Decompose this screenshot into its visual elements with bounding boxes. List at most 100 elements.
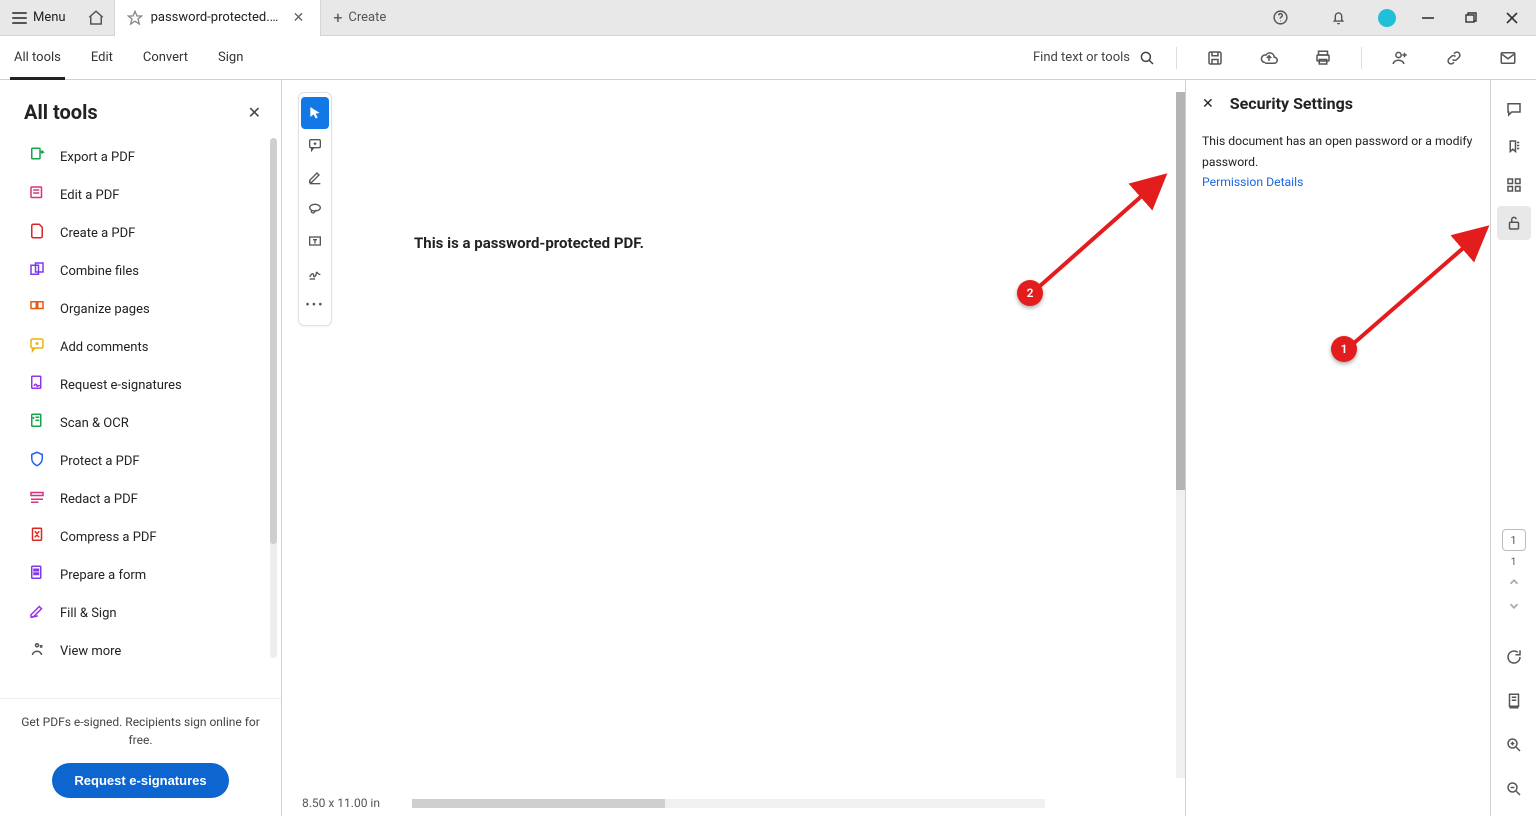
sidebar-item-form[interactable]: Prepare a form bbox=[10, 556, 281, 594]
tab-edit[interactable]: Edit bbox=[87, 36, 117, 79]
thumbnails-panel-button[interactable] bbox=[1497, 168, 1531, 202]
save-button[interactable] bbox=[1197, 40, 1233, 76]
add-person-icon bbox=[1391, 49, 1409, 67]
page-display-button[interactable] bbox=[1497, 684, 1531, 718]
create-icon bbox=[28, 222, 46, 244]
page-up-button[interactable] bbox=[1497, 572, 1531, 592]
find-tool[interactable]: Find text or tools bbox=[1033, 49, 1156, 67]
close-security-panel-button[interactable]: ✕ bbox=[1202, 96, 1214, 112]
sidebar-item-label: Request e-signatures bbox=[60, 378, 182, 393]
tab-convert[interactable]: Convert bbox=[139, 36, 192, 79]
scan-icon bbox=[28, 412, 46, 434]
profile-avatar[interactable] bbox=[1378, 9, 1396, 27]
security-settings-panel: ✕ Security Settings This document has an… bbox=[1185, 80, 1490, 816]
close-sidebar-button[interactable]: ✕ bbox=[248, 103, 261, 122]
more-icon bbox=[28, 640, 46, 662]
security-panel-button[interactable] bbox=[1497, 206, 1531, 240]
sidebar-item-protect[interactable]: Protect a PDF bbox=[10, 442, 281, 480]
document-text: This is a password-protected PDF. bbox=[414, 234, 644, 252]
sidebar-item-label: Compress a PDF bbox=[60, 530, 157, 545]
window-close-button[interactable] bbox=[1502, 0, 1522, 36]
window-minimize-button[interactable] bbox=[1418, 0, 1438, 36]
sidebar-item-label: Combine files bbox=[60, 264, 139, 279]
menu-label: Menu bbox=[33, 10, 66, 25]
edit-icon bbox=[28, 184, 46, 206]
rotate-view-button[interactable] bbox=[1497, 640, 1531, 674]
sidebar-footer-text: Get PDFs e-signed. Recipients sign onlin… bbox=[18, 713, 263, 749]
chevron-up-icon bbox=[1507, 575, 1521, 589]
sidebar-item-export[interactable]: Export a PDF bbox=[10, 138, 281, 176]
pdf-page[interactable]: This is a password-protected PDF. bbox=[352, 94, 1173, 790]
sidebar-title: All tools bbox=[24, 100, 248, 124]
window-restore-button[interactable] bbox=[1460, 0, 1480, 36]
document-tab[interactable]: password-protected.pdf ... ✕ bbox=[114, 0, 322, 36]
fill-sign-icon bbox=[28, 602, 46, 624]
close-icon bbox=[1505, 11, 1519, 25]
comments-panel-button[interactable] bbox=[1497, 92, 1531, 126]
plus-icon: + bbox=[333, 8, 342, 27]
chevron-down-icon bbox=[1507, 599, 1521, 613]
tab-all-tools[interactable]: All tools bbox=[10, 36, 65, 79]
share-button[interactable] bbox=[1382, 40, 1418, 76]
sidebar-item-organize[interactable]: Organize pages bbox=[10, 290, 281, 328]
menu-button[interactable]: Menu bbox=[0, 0, 78, 36]
page-total-label: 1 bbox=[1511, 557, 1517, 568]
sidebar-scrollbar[interactable] bbox=[270, 138, 277, 658]
print-icon bbox=[1314, 49, 1332, 67]
copy-link-button[interactable] bbox=[1436, 40, 1472, 76]
mail-icon bbox=[1499, 49, 1517, 67]
grid-icon bbox=[1505, 176, 1523, 194]
page-number-input[interactable]: 1 bbox=[1502, 529, 1526, 551]
page-down-button[interactable] bbox=[1497, 596, 1531, 616]
bookmarks-panel-button[interactable] bbox=[1497, 130, 1531, 164]
right-rail: 1 1 bbox=[1490, 80, 1536, 816]
zoom-in-button[interactable] bbox=[1497, 728, 1531, 762]
page-horizontal-scrollbar[interactable] bbox=[412, 799, 1045, 808]
permission-details-link[interactable]: Permission Details bbox=[1202, 175, 1303, 189]
document-area: ••• This is a password-protected PDF. 8.… bbox=[282, 80, 1185, 816]
save-icon bbox=[1206, 49, 1224, 67]
help-button[interactable] bbox=[1262, 0, 1298, 36]
annotation-1: 1 bbox=[1331, 336, 1357, 362]
toolbar-separator bbox=[1361, 47, 1362, 69]
sidebar-item-request-sign[interactable]: Request e-signatures bbox=[10, 366, 281, 404]
sidebar-item-comments[interactable]: Add comments bbox=[10, 328, 281, 366]
sidebar-item-edit[interactable]: Edit a PDF bbox=[10, 176, 281, 214]
zoom-out-button[interactable] bbox=[1497, 772, 1531, 806]
comments-icon bbox=[28, 336, 46, 358]
request-esignatures-button[interactable]: Request e-signatures bbox=[52, 763, 228, 798]
protect-icon bbox=[28, 450, 46, 472]
toolbar-separator bbox=[1176, 47, 1177, 69]
send-button[interactable] bbox=[1490, 40, 1526, 76]
sidebar-item-create[interactable]: Create a PDF bbox=[10, 214, 281, 252]
sidebar-item-label: Create a PDF bbox=[60, 226, 135, 241]
notifications-button[interactable] bbox=[1320, 0, 1356, 36]
sidebar-item-combine[interactable]: Combine files bbox=[10, 252, 281, 290]
close-tab-button[interactable]: ✕ bbox=[289, 8, 309, 28]
sidebar-item-redact[interactable]: Redact a PDF bbox=[10, 480, 281, 518]
create-tab-button[interactable]: + Create bbox=[321, 0, 398, 36]
print-button[interactable] bbox=[1305, 40, 1341, 76]
os-titlebar: Menu password-protected.pdf ... ✕ + Crea… bbox=[0, 0, 1536, 36]
help-icon bbox=[1272, 9, 1289, 26]
page-dimensions-label: 8.50 x 11.00 in bbox=[302, 796, 380, 810]
tab-title: password-protected.pdf ... bbox=[151, 10, 281, 25]
all-tools-sidebar: All tools ✕ Export a PDFEdit a PDF Create… bbox=[0, 80, 282, 816]
sidebar-item-more[interactable]: View more bbox=[10, 632, 281, 670]
security-panel-title: Security Settings bbox=[1230, 94, 1353, 113]
bell-icon bbox=[1330, 9, 1347, 26]
sidebar-item-compress[interactable]: Compress a PDF bbox=[10, 518, 281, 556]
sidebar-item-scan[interactable]: Scan & OCR bbox=[10, 404, 281, 442]
home-icon bbox=[87, 9, 105, 27]
security-message: This document has an open password or a … bbox=[1202, 134, 1472, 169]
sidebar-item-fill-sign[interactable]: Fill & Sign bbox=[10, 594, 281, 632]
star-icon bbox=[127, 10, 143, 26]
home-button[interactable] bbox=[78, 0, 114, 36]
restore-icon bbox=[1463, 11, 1477, 25]
sidebar-item-label: Organize pages bbox=[60, 302, 150, 317]
share-cloud-button[interactable] bbox=[1251, 40, 1287, 76]
page-vertical-scrollbar[interactable] bbox=[1176, 92, 1185, 778]
tab-sign[interactable]: Sign bbox=[214, 36, 247, 79]
bookmark-list-icon bbox=[1505, 138, 1523, 156]
organize-icon bbox=[28, 298, 46, 320]
